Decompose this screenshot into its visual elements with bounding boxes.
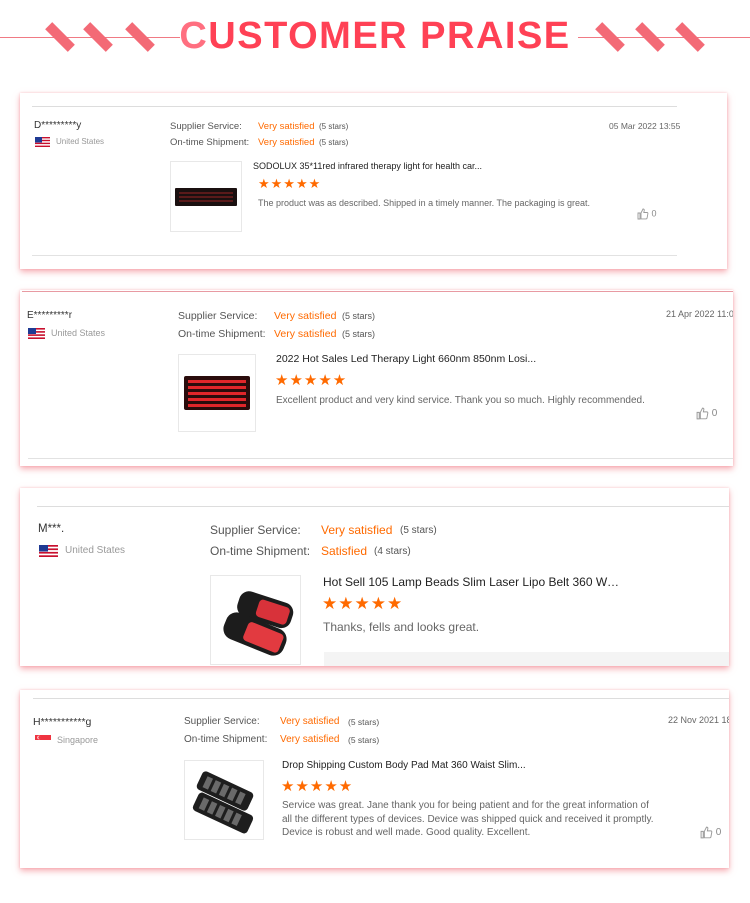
like-count: 0	[715, 827, 722, 839]
us-flag-icon	[35, 137, 50, 147]
rating-stars: ★★★★★	[258, 176, 322, 191]
review-text: Thanks, fells and looks great.	[323, 620, 480, 634]
card-divider-bottom	[28, 458, 733, 459]
reviewer-name: D*********y	[34, 120, 82, 131]
product-thumbnail[interactable]	[184, 760, 264, 840]
like-button[interactable]: 0	[637, 208, 657, 220]
review-text: Service was great. Jane thank you for be…	[282, 800, 654, 838]
product-title-link[interactable]: SODOLUX 35*11red infrared therapy light …	[253, 161, 482, 171]
like-count: 0	[651, 208, 657, 219]
us-flag-icon	[39, 545, 58, 557]
card-divider	[32, 106, 677, 107]
supplier-service-label: Supplier Service:	[170, 121, 242, 132]
thumbs-up-icon	[700, 826, 713, 839]
supplier-service-rating: Very satisfied	[274, 310, 337, 322]
like-button[interactable]: 0	[696, 407, 717, 420]
supplier-service-rating: Very satisfied	[321, 523, 393, 537]
product-title-link[interactable]: Drop Shipping Custom Body Pad Mat 360 Wa…	[282, 760, 526, 771]
thumbs-up-icon	[696, 407, 709, 420]
therapy-pad-image	[175, 188, 237, 206]
page-title-initial: C	[179, 15, 209, 57]
shipment-rating: Very satisfied	[274, 328, 337, 340]
shipment-stars: (5 stars)	[319, 138, 349, 147]
shipment-label: On-time Shipment:	[178, 328, 266, 340]
page-title-rest: USTOMER PRAISE	[208, 15, 571, 57]
like-button[interactable]: 0	[700, 826, 721, 839]
reviewer-name: H***********g	[33, 716, 92, 728]
supplier-service-stars: (5 stars)	[400, 525, 437, 536]
card-divider-bottom	[32, 255, 677, 256]
reviewer-country: United States	[51, 328, 106, 338]
shipment-label: On-time Shipment:	[170, 137, 250, 148]
supplier-service-stars: (5 stars)	[319, 122, 349, 131]
card-divider	[22, 291, 733, 292]
card-divider	[37, 506, 729, 507]
red-led-panel-image	[184, 376, 250, 410]
shipment-rating: Satisfied	[321, 544, 368, 558]
page-header: CUSTOMER PRAISE	[0, 0, 750, 80]
sg-flag-icon	[35, 735, 51, 745]
body-pad-mat-image	[192, 771, 254, 834]
shipment-label: On-time Shipment:	[184, 734, 268, 745]
shipment-rating: Very satisfied	[258, 137, 315, 148]
reviewer-country: Singapore	[57, 735, 99, 745]
supplier-service-rating: Very satisfied	[258, 121, 315, 132]
shipment-stars: (5 stars)	[342, 329, 376, 339]
review-date: 05 Mar 2022 13:55	[609, 121, 681, 131]
lipo-belt-image	[223, 591, 294, 656]
supplier-service-stars: (5 stars)	[342, 311, 376, 321]
reviewer-name: M***.	[38, 523, 65, 535]
product-thumbnail[interactable]	[210, 575, 301, 665]
supplier-service-label: Supplier Service:	[178, 310, 258, 322]
supplier-service-stars: (5 stars)	[348, 717, 380, 727]
shipment-stars: (5 stars)	[348, 735, 380, 745]
supplier-service-rating: Very satisfied	[280, 716, 340, 727]
us-flag-icon	[28, 328, 45, 339]
product-title-link[interactable]: Hot Sell 105 Lamp Beads Slim Laser Lipo …	[323, 575, 623, 589]
review-text: The product was as described. Shipped in…	[258, 198, 591, 208]
supplier-service-label: Supplier Service:	[210, 523, 301, 537]
rating-stars: ★★★★★	[322, 594, 404, 613]
review-card: H***********g Singapore Supplier Service…	[20, 690, 729, 868]
card-divider	[33, 698, 729, 699]
review-date: 22 Nov 2021 18	[668, 715, 729, 725]
review-card: E*********r United States Supplier Servi…	[20, 290, 733, 466]
supplier-service-label: Supplier Service:	[184, 716, 260, 727]
rating-stars: ★★★★★	[275, 372, 348, 389]
rating-stars: ★★★★★	[281, 778, 354, 795]
shipment-label: On-time Shipment:	[210, 544, 311, 558]
page-title: CUSTOMER PRAISE	[0, 14, 750, 58]
product-thumbnail[interactable]	[178, 354, 256, 432]
review-date: 21 Apr 2022 11:0	[666, 309, 733, 319]
reviewer-country: United States	[56, 137, 105, 146]
thumbs-up-icon	[637, 208, 649, 220]
like-count: 0	[711, 408, 718, 420]
shipment-stars: (4 stars)	[374, 546, 411, 557]
product-thumbnail[interactable]	[170, 161, 242, 232]
reviewer-name: E*********r	[27, 310, 73, 321]
review-text: Excellent product and very kind service.…	[276, 395, 645, 406]
card-footer-shade	[324, 652, 729, 666]
review-card: D*********y United States Supplier Servi…	[20, 93, 727, 269]
shipment-rating: Very satisfied	[280, 734, 340, 745]
product-title-link[interactable]: 2022 Hot Sales Led Therapy Light 660nm 8…	[276, 353, 536, 365]
review-card: M***. United States Supplier Service: Ve…	[20, 488, 729, 666]
reviewer-country: United States	[65, 545, 126, 556]
